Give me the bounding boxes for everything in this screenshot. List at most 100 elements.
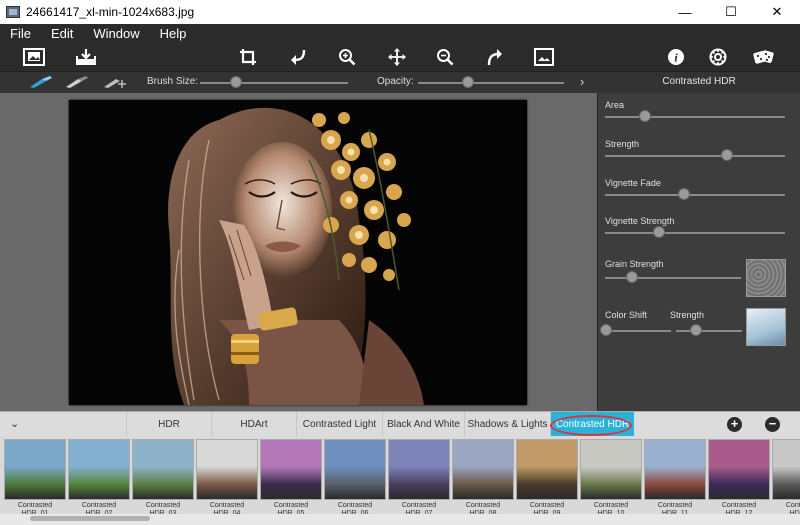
window-title: 24661417_xl-min-1024x683.jpg (26, 5, 195, 19)
tab-hdr[interactable]: HDR (126, 412, 211, 437)
main-toolbar: i (0, 43, 800, 71)
fit-to-screen-icon[interactable] (532, 46, 556, 68)
preset-thumbnail-image (260, 439, 322, 500)
preset-thumbnail-image (4, 439, 66, 500)
crop-icon[interactable] (236, 46, 260, 68)
preset-thumbnail[interactable]: Contrasted HDR_01 (4, 439, 66, 520)
opacity-knob[interactable] (461, 76, 474, 88)
brush-clear-icon[interactable] (102, 75, 128, 89)
menu-window[interactable]: Window (83, 24, 149, 43)
vignette-strength-label: Vignette Strength (605, 216, 675, 226)
collapse-presets-icon[interactable]: ⌄ (10, 417, 19, 430)
close-button[interactable]: ✕ (754, 0, 800, 24)
opacity-slider[interactable] (418, 82, 564, 84)
preset-thumbnail[interactable]: Contrasted HDR_12 (708, 439, 770, 520)
menu-file[interactable]: File (0, 24, 41, 43)
open-image-icon[interactable] (22, 46, 46, 68)
preset-thumbnail-image (452, 439, 514, 500)
grain-strength-label: Grain Strength (605, 259, 664, 269)
brush-size-knob[interactable] (229, 76, 242, 88)
remove-preset-button[interactable]: − (765, 417, 780, 432)
preset-thumbnail[interactable]: Contrasted HDR_02 (68, 439, 130, 520)
preset-thumbnail[interactable]: Contrasted HDR_11 (644, 439, 706, 520)
preset-thumbnail-image (68, 439, 130, 500)
preset-thumbnail-strip: Contrasted HDR_01Contrasted HDR_02Contra… (0, 436, 800, 525)
image-canvas[interactable] (0, 93, 597, 411)
preset-thumbnail-image (132, 439, 194, 500)
pan-icon[interactable] (385, 46, 409, 68)
preset-thumbnail[interactable]: Contrasted HDR_06 (324, 439, 386, 520)
grain-strength-knob[interactable] (626, 271, 639, 283)
edited-photo (69, 100, 527, 405)
zoom-in-icon[interactable] (335, 46, 359, 68)
strength-label: Strength (605, 139, 640, 149)
color-shift-strength-knob[interactable] (689, 324, 702, 336)
opacity-label: Opacity: (377, 76, 414, 87)
vignette-fade-knob[interactable] (678, 188, 691, 200)
add-preset-button[interactable]: + (727, 417, 742, 432)
color-shift-strength-slider[interactable] (676, 330, 742, 332)
color-shift-slider[interactable] (605, 330, 671, 332)
strength-knob[interactable] (721, 149, 734, 161)
brush-erase-icon[interactable] (64, 75, 90, 89)
tab-shadows-and-lights[interactable]: Shadows & Lights (464, 412, 550, 437)
maximize-button[interactable]: ☐ (708, 0, 754, 24)
tab-contrasted-light[interactable]: Contrasted Light (296, 412, 382, 437)
strength-slider[interactable] (605, 155, 785, 157)
preset-thumbnail-image (324, 439, 386, 500)
menu-bar: File Edit Window Help (0, 24, 800, 43)
preset-thumbnail-image (772, 439, 800, 500)
redo-icon[interactable] (483, 46, 507, 68)
settings-icon[interactable] (706, 46, 730, 68)
menu-help[interactable]: Help (150, 24, 197, 43)
preset-thumbnail[interactable]: Contrasted HDR_05 (260, 439, 322, 520)
thumbnail-scrollbar[interactable] (0, 514, 800, 525)
panel-chevron-icon[interactable]: › (580, 74, 584, 89)
preset-thumbnail-image (196, 439, 258, 500)
preset-thumbnail-image (516, 439, 578, 500)
preset-category-tabs: ⌄ HDR HDArt Contrasted Light Black And W… (0, 411, 800, 437)
preset-thumbnail-image (388, 439, 450, 500)
preset-thumbnail[interactable]: Contrasted HDR_13 (772, 439, 800, 520)
brush-size-label: Brush Size: (147, 76, 199, 87)
color-shift-knob[interactable] (600, 324, 613, 336)
menu-edit[interactable]: Edit (41, 24, 83, 43)
brush-size-slider[interactable] (200, 82, 348, 84)
vignette-strength-knob[interactable] (653, 226, 665, 238)
vignette-strength-slider[interactable] (605, 232, 785, 234)
color-shift-label: Color Shift (605, 310, 648, 320)
preset-thumbnail[interactable]: Contrasted HDR_04 (196, 439, 258, 520)
save-icon[interactable] (74, 46, 98, 68)
vignette-fade-label: Vignette Fade (605, 178, 661, 188)
info-icon[interactable]: i (664, 46, 688, 68)
undo-icon[interactable] (286, 46, 310, 68)
color-shift-texture-thumbnail[interactable] (746, 308, 786, 346)
preset-thumbnail[interactable]: Contrasted HDR_10 (580, 439, 642, 520)
area-label: Area (605, 100, 625, 110)
brush-options-bar: Brush Size: Opacity: › Contrasted HDR (0, 71, 800, 93)
color-shift-strength-label: Strength (670, 310, 705, 320)
area-knob[interactable] (638, 110, 651, 122)
preset-thumbnail-image (644, 439, 706, 500)
grain-texture-thumbnail[interactable] (746, 259, 786, 297)
title-bar: 24661417_xl-min-1024x683.jpg — ☐ ✕ (0, 0, 800, 24)
tab-hdart[interactable]: HDArt (211, 412, 296, 437)
vignette-fade-slider[interactable] (605, 194, 785, 196)
preset-thumbnail[interactable]: Contrasted HDR_07 (388, 439, 450, 520)
panel-title: Contrasted HDR (662, 76, 736, 87)
effect-settings-panel: Area Strength Vignette Fade Vignette Str… (597, 93, 800, 411)
tab-black-and-white[interactable]: Black And White (382, 412, 464, 437)
active-tab-highlight (550, 415, 632, 436)
area-slider[interactable] (605, 116, 785, 118)
preset-thumbnail-image (708, 439, 770, 500)
random-dice-icon[interactable] (752, 46, 776, 68)
minimize-button[interactable]: — (662, 0, 708, 24)
preset-thumbnail[interactable]: Contrasted HDR_09 (516, 439, 578, 520)
preset-thumbnail[interactable]: Contrasted HDR_08 (452, 439, 514, 520)
scrollbar-thumb[interactable] (30, 516, 150, 521)
preset-thumbnail-image (580, 439, 642, 500)
zoom-out-icon[interactable] (433, 46, 457, 68)
brush-paint-icon[interactable] (28, 75, 54, 89)
app-icon (6, 6, 20, 18)
preset-thumbnail[interactable]: Contrasted HDR_03 (132, 439, 194, 520)
